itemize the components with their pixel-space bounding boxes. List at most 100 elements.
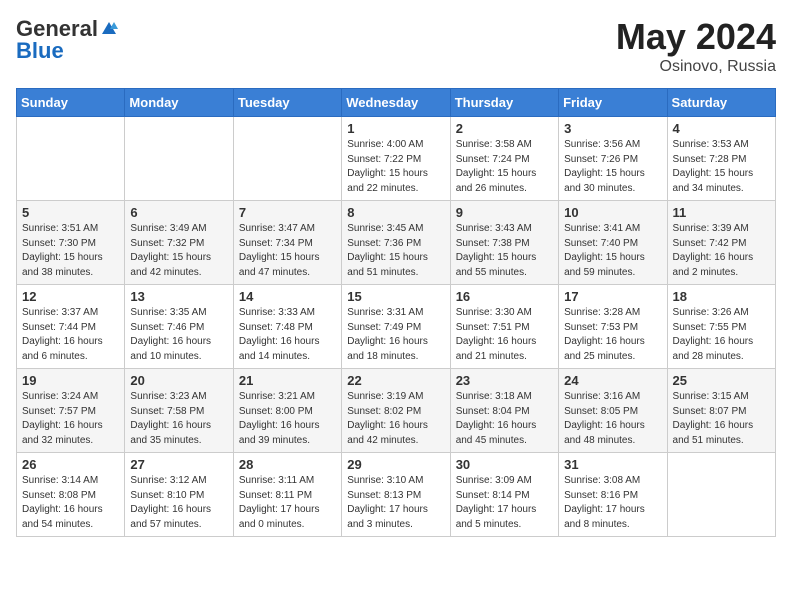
calendar-cell: 28 Sunrise: 3:11 AMSunset: 8:11 PMDayligh… xyxy=(233,453,341,537)
calendar-header-thursday: Thursday xyxy=(450,89,558,117)
day-number: 5 xyxy=(22,205,119,220)
title-block: May 2024 Osinovo, Russia xyxy=(616,16,776,76)
calendar-cell: 17 Sunrise: 3:28 AMSunset: 7:53 PMDayligh… xyxy=(559,285,667,369)
calendar-cell: 6Sunrise: 3:49 AMSunset: 7:32 PMDaylight… xyxy=(125,201,233,285)
calendar-cell: 7Sunrise: 3:47 AMSunset: 7:34 PMDaylight… xyxy=(233,201,341,285)
calendar-cell: 29 Sunrise: 3:10 AMSunset: 8:13 PMDayligh… xyxy=(342,453,450,537)
day-info: Sunrise: 3:56 AMSunset: 7:26 PMDaylight:… xyxy=(564,138,661,196)
calendar-header-wednesday: Wednesday xyxy=(342,89,450,117)
calendar-cell: 11Sunrise: 3:39 AMSunset: 7:42 PMDayligh… xyxy=(667,201,775,285)
day-number: 29 xyxy=(347,457,444,472)
day-info: Sunrise: 3:30 AMSunset: 7:51 PMDaylight:… xyxy=(456,306,553,364)
day-info: Sunrise: 3:12 AMSunset: 8:10 PMDaylight:… xyxy=(130,474,227,532)
calendar-cell: 22 Sunrise: 3:19 AMSunset: 8:02 PMDayligh… xyxy=(342,369,450,453)
day-info: Sunrise: 3:41 AMSunset: 7:40 PMDaylight:… xyxy=(564,222,661,280)
calendar-cell: 14 Sunrise: 3:33 AMSunset: 7:48 PMDayligh… xyxy=(233,285,341,369)
day-info: Sunrise: 3:11 AMSunset: 8:11 PMDaylight:… xyxy=(239,474,336,532)
day-number: 3 xyxy=(564,121,661,136)
day-info: Sunrise: 3:26 AMSunset: 7:55 PMDaylight:… xyxy=(673,306,770,364)
day-info: Sunrise: 3:08 AMSunset: 8:16 PMDaylight:… xyxy=(564,474,661,532)
calendar-header-monday: Monday xyxy=(125,89,233,117)
day-number: 18 xyxy=(673,289,770,304)
day-info: Sunrise: 3:19 AMSunset: 8:02 PMDaylight:… xyxy=(347,390,444,448)
day-info: Sunrise: 3:43 AMSunset: 7:38 PMDaylight:… xyxy=(456,222,553,280)
day-number: 13 xyxy=(130,289,227,304)
day-number: 25 xyxy=(673,373,770,388)
calendar-cell: 1 Sunrise: 4:00 AMSunset: 7:22 PMDaylight… xyxy=(342,117,450,201)
day-number: 15 xyxy=(347,289,444,304)
day-number: 27 xyxy=(130,457,227,472)
day-info: Sunrise: 3:15 AMSunset: 8:07 PMDaylight:… xyxy=(673,390,770,448)
calendar-cell: 30 Sunrise: 3:09 AMSunset: 8:14 PMDayligh… xyxy=(450,453,558,537)
calendar-cell: 26Sunrise: 3:14 AMSunset: 8:08 PMDayligh… xyxy=(17,453,125,537)
location-subtitle: Osinovo, Russia xyxy=(616,58,776,76)
calendar-cell: 18 Sunrise: 3:26 AMSunset: 7:55 PMDayligh… xyxy=(667,285,775,369)
day-number: 11 xyxy=(673,205,770,220)
calendar-cell xyxy=(667,453,775,537)
calendar-week-row: 12 Sunrise: 3:37 AMSunset: 7:44 PMDayligh… xyxy=(17,285,776,369)
day-info: Sunrise: 3:47 AMSunset: 7:34 PMDaylight:… xyxy=(239,222,336,280)
calendar-cell: 3 Sunrise: 3:56 AMSunset: 7:26 PMDaylight… xyxy=(559,117,667,201)
day-info: Sunrise: 3:24 AMSunset: 7:57 PMDaylight:… xyxy=(22,390,119,448)
day-number: 28 xyxy=(239,457,336,472)
calendar-cell: 31Sunrise: 3:08 AMSunset: 8:16 PMDayligh… xyxy=(559,453,667,537)
calendar-week-row: 19 Sunrise: 3:24 AMSunset: 7:57 PMDayligh… xyxy=(17,369,776,453)
calendar-week-row: 1 Sunrise: 4:00 AMSunset: 7:22 PMDaylight… xyxy=(17,117,776,201)
logo-blue-text: Blue xyxy=(16,38,64,64)
day-number: 10 xyxy=(564,205,661,220)
day-info: Sunrise: 3:16 AMSunset: 8:05 PMDaylight:… xyxy=(564,390,661,448)
calendar-cell: 20Sunrise: 3:23 AMSunset: 7:58 PMDayligh… xyxy=(125,369,233,453)
calendar-cell: 13 Sunrise: 3:35 AMSunset: 7:46 PMDayligh… xyxy=(125,285,233,369)
page-header: General Blue May 2024 Osinovo, Russia xyxy=(16,16,776,76)
day-info: Sunrise: 3:31 AMSunset: 7:49 PMDaylight:… xyxy=(347,306,444,364)
day-number: 9 xyxy=(456,205,553,220)
day-info: Sunrise: 3:58 AMSunset: 7:24 PMDaylight:… xyxy=(456,138,553,196)
day-number: 16 xyxy=(456,289,553,304)
day-info: Sunrise: 3:09 AMSunset: 8:14 PMDaylight:… xyxy=(456,474,553,532)
day-info: Sunrise: 3:18 AMSunset: 8:04 PMDaylight:… xyxy=(456,390,553,448)
calendar-cell xyxy=(125,117,233,201)
day-info: Sunrise: 4:00 AMSunset: 7:22 PMDaylight:… xyxy=(347,138,444,196)
day-number: 30 xyxy=(456,457,553,472)
day-number: 6 xyxy=(130,205,227,220)
day-info: Sunrise: 3:10 AMSunset: 8:13 PMDaylight:… xyxy=(347,474,444,532)
day-number: 21 xyxy=(239,373,336,388)
day-number: 24 xyxy=(564,373,661,388)
calendar-header-tuesday: Tuesday xyxy=(233,89,341,117)
calendar-cell: 8 Sunrise: 3:45 AMSunset: 7:36 PMDaylight… xyxy=(342,201,450,285)
calendar-cell: 25 Sunrise: 3:15 AMSunset: 8:07 PMDayligh… xyxy=(667,369,775,453)
day-number: 12 xyxy=(22,289,119,304)
day-number: 20 xyxy=(130,373,227,388)
day-info: Sunrise: 3:28 AMSunset: 7:53 PMDaylight:… xyxy=(564,306,661,364)
logo-icon xyxy=(100,20,118,38)
day-info: Sunrise: 3:33 AMSunset: 7:48 PMDaylight:… xyxy=(239,306,336,364)
day-info: Sunrise: 3:37 AMSunset: 7:44 PMDaylight:… xyxy=(22,306,119,364)
calendar-week-row: 26Sunrise: 3:14 AMSunset: 8:08 PMDayligh… xyxy=(17,453,776,537)
day-info: Sunrise: 3:45 AMSunset: 7:36 PMDaylight:… xyxy=(347,222,444,280)
day-number: 1 xyxy=(347,121,444,136)
calendar-cell: 24 Sunrise: 3:16 AMSunset: 8:05 PMDayligh… xyxy=(559,369,667,453)
day-info: Sunrise: 3:14 AMSunset: 8:08 PMDaylight:… xyxy=(22,474,119,532)
day-number: 8 xyxy=(347,205,444,220)
calendar-cell: 12 Sunrise: 3:37 AMSunset: 7:44 PMDayligh… xyxy=(17,285,125,369)
day-number: 23 xyxy=(456,373,553,388)
day-info: Sunrise: 3:51 AMSunset: 7:30 PMDaylight:… xyxy=(22,222,119,280)
calendar-cell: 10 Sunrise: 3:41 AMSunset: 7:40 PMDayligh… xyxy=(559,201,667,285)
month-year-title: May 2024 xyxy=(616,16,776,58)
calendar-header-sunday: Sunday xyxy=(17,89,125,117)
calendar-week-row: 5 Sunrise: 3:51 AMSunset: 7:30 PMDaylight… xyxy=(17,201,776,285)
day-number: 2 xyxy=(456,121,553,136)
calendar-cell: 16 Sunrise: 3:30 AMSunset: 7:51 PMDayligh… xyxy=(450,285,558,369)
calendar-cell: 15 Sunrise: 3:31 AMSunset: 7:49 PMDayligh… xyxy=(342,285,450,369)
calendar-header-friday: Friday xyxy=(559,89,667,117)
day-info: Sunrise: 3:35 AMSunset: 7:46 PMDaylight:… xyxy=(130,306,227,364)
day-number: 17 xyxy=(564,289,661,304)
day-number: 22 xyxy=(347,373,444,388)
day-number: 19 xyxy=(22,373,119,388)
day-number: 14 xyxy=(239,289,336,304)
calendar-cell xyxy=(17,117,125,201)
calendar-cell: 5 Sunrise: 3:51 AMSunset: 7:30 PMDaylight… xyxy=(17,201,125,285)
logo: General Blue xyxy=(16,16,118,64)
calendar-header-saturday: Saturday xyxy=(667,89,775,117)
day-info: Sunrise: 3:21 AMSunset: 8:00 PMDaylight:… xyxy=(239,390,336,448)
